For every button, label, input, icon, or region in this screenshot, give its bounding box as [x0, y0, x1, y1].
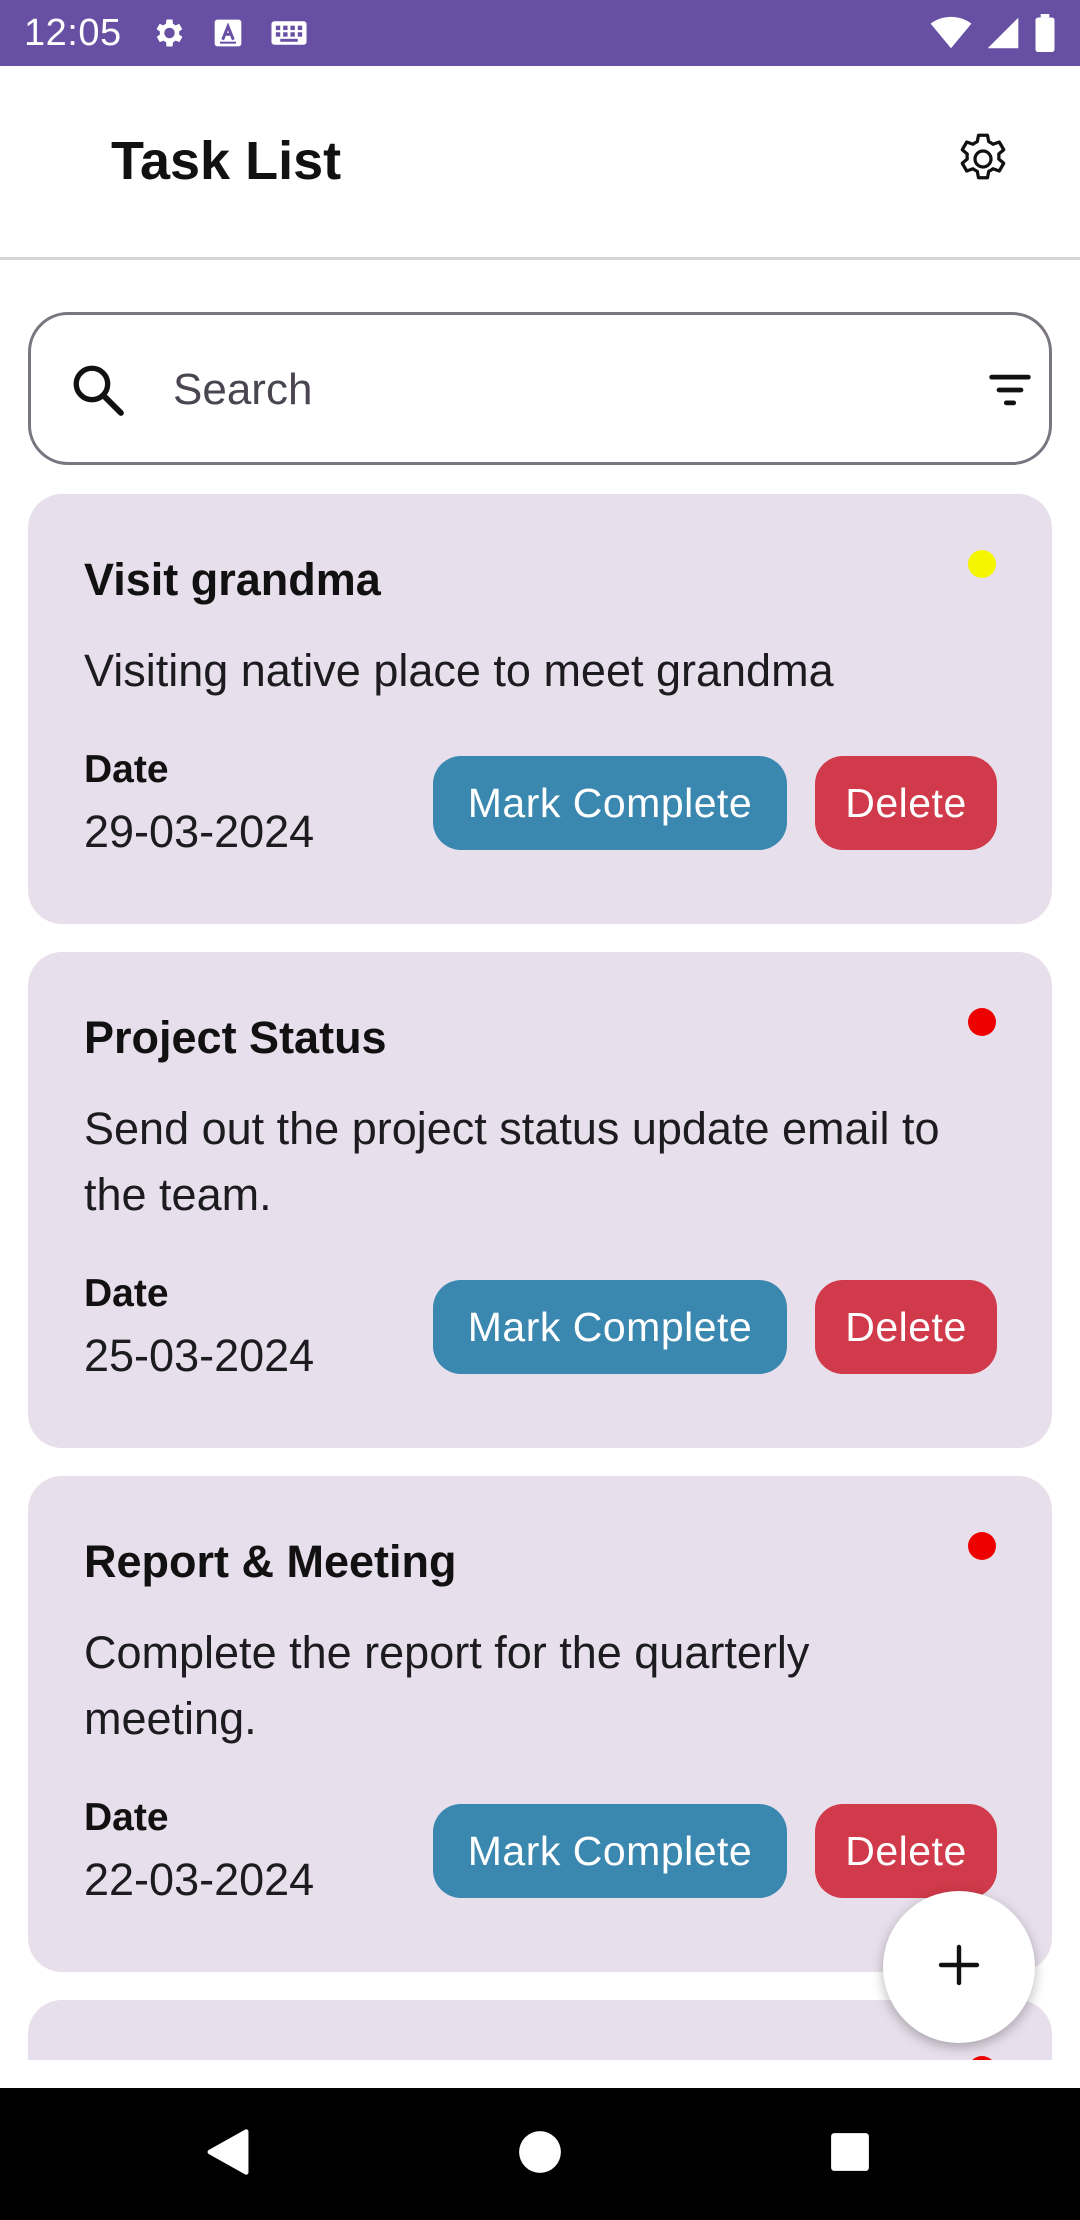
- task-description: Visiting native place to meet grandma: [84, 645, 834, 696]
- priority-indicator: [968, 1008, 996, 1036]
- status-bar: 12:05: [0, 0, 1080, 66]
- recents-button[interactable]: [814, 2118, 886, 2190]
- delete-button[interactable]: Delete: [815, 1804, 997, 1898]
- search-bar: [28, 312, 1052, 465]
- battery-icon: [1034, 14, 1056, 52]
- priority-indicator: [968, 2056, 996, 2060]
- home-icon: [518, 2130, 562, 2179]
- page-title: Task List: [111, 131, 342, 191]
- navigation-bar: [0, 2088, 1080, 2220]
- task-title: Report & Meeting: [84, 1536, 457, 1587]
- date-label: Date: [84, 748, 169, 791]
- mark-complete-button[interactable]: Mark Complete: [433, 1280, 787, 1374]
- task-card[interactable]: Visit grandma Visiting native place to m…: [28, 494, 1052, 924]
- gear-icon: [150, 15, 186, 51]
- task-card[interactable]: Project Status Send out the project stat…: [28, 952, 1052, 1448]
- status-time: 12:05: [24, 11, 122, 54]
- task-date: 22-03-2024: [84, 1854, 315, 1905]
- filter-icon[interactable]: [979, 359, 1041, 421]
- task-list: Visit grandma Visiting native place to m…: [0, 494, 1080, 2060]
- task-title: Visit grandma: [84, 554, 381, 605]
- add-task-button[interactable]: [883, 1891, 1035, 2043]
- signal-icon: [986, 16, 1020, 50]
- task-title: Project Status: [84, 1012, 387, 1063]
- task-card[interactable]: Report & Meeting Complete the report for…: [28, 1476, 1052, 1972]
- search-icon: [67, 359, 129, 421]
- task-description: Send out the project status update email…: [84, 1103, 940, 1220]
- priority-indicator: [968, 550, 996, 578]
- task-date: 25-03-2024: [84, 1330, 315, 1381]
- status-icons-left: [150, 15, 308, 51]
- mark-complete-button[interactable]: Mark Complete: [433, 756, 787, 850]
- screen: 12:05 Task List Search Visit grandma Vis…: [0, 0, 1080, 2220]
- wifi-icon: [930, 16, 972, 50]
- keyboard-a-icon: [212, 17, 244, 49]
- search-input[interactable]: [173, 345, 933, 435]
- delete-button[interactable]: Delete: [815, 1280, 997, 1374]
- home-button[interactable]: [504, 2118, 576, 2190]
- date-label: Date: [84, 1272, 169, 1315]
- date-label: Date: [84, 1796, 169, 1839]
- recents-icon: [829, 2131, 871, 2178]
- task-date: 29-03-2024: [84, 806, 315, 857]
- plus-icon: [935, 1941, 983, 1994]
- settings-button[interactable]: [952, 130, 1014, 192]
- task-description: Complete the report for the quarterly me…: [84, 1627, 810, 1744]
- mark-complete-button[interactable]: Mark Complete: [433, 1804, 787, 1898]
- app-bar: Task List: [0, 66, 1080, 260]
- keyboard-icon: [270, 18, 308, 48]
- back-icon: [204, 2127, 252, 2182]
- gear-icon: [953, 129, 1013, 194]
- back-button[interactable]: [192, 2118, 264, 2190]
- status-icons-right: [930, 14, 1056, 52]
- delete-button[interactable]: Delete: [815, 756, 997, 850]
- priority-indicator: [968, 1532, 996, 1560]
